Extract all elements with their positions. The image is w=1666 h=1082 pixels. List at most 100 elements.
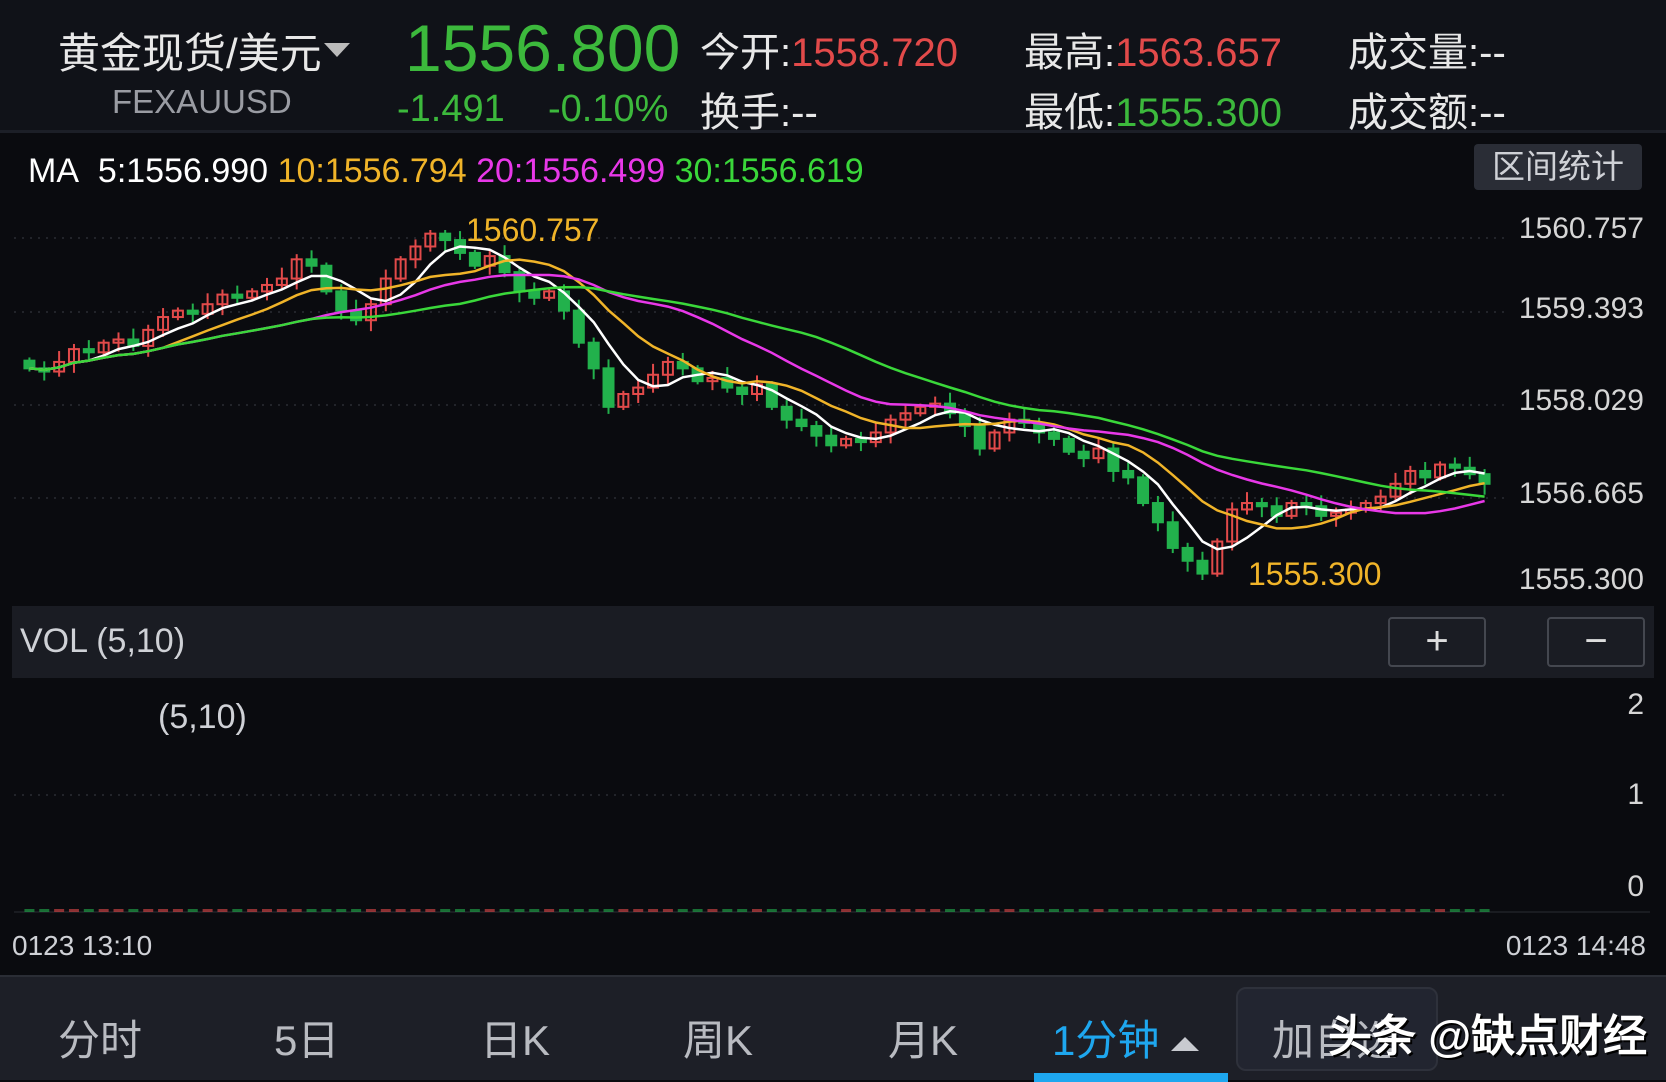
price-axis-label: 1558.029 bbox=[1519, 384, 1644, 418]
candle-body bbox=[1480, 474, 1490, 484]
volume-value: -- bbox=[1479, 31, 1506, 75]
volume-axis-label: 2 bbox=[1627, 688, 1644, 722]
candle-body bbox=[188, 311, 198, 314]
volume-bar bbox=[767, 909, 777, 912]
volume-bar bbox=[1034, 909, 1044, 912]
volume-bar bbox=[54, 909, 64, 912]
volume-bar bbox=[84, 909, 94, 912]
candle-body bbox=[529, 291, 539, 297]
volume-bar bbox=[782, 909, 792, 912]
low-value: 1555.300 bbox=[1115, 91, 1282, 135]
range-stats-button[interactable]: 区间统计 bbox=[1474, 144, 1642, 190]
volume-bar bbox=[841, 909, 851, 912]
volume-bar bbox=[1153, 909, 1163, 912]
volume-bar bbox=[856, 909, 866, 912]
volume-bar bbox=[99, 909, 109, 912]
candle-body bbox=[1183, 548, 1193, 561]
volume-bar bbox=[336, 909, 346, 912]
candle-body bbox=[1153, 503, 1163, 522]
volume-bar bbox=[693, 909, 703, 912]
volume-bar bbox=[915, 909, 925, 912]
last-price: 1556.800 bbox=[405, 10, 680, 86]
tab-1min[interactable]: 1分钟 bbox=[1052, 1007, 1199, 1068]
volume-bar bbox=[960, 909, 970, 912]
volume-bar bbox=[307, 909, 317, 912]
volume-bar bbox=[1301, 909, 1311, 912]
volume-ma-label: (5,10) bbox=[158, 698, 247, 737]
volume-bar bbox=[247, 909, 257, 912]
volume-bar bbox=[1316, 909, 1326, 912]
tab-1min-label: 1分钟 bbox=[1052, 1017, 1159, 1064]
volume-bar bbox=[1346, 909, 1356, 912]
volume-bar bbox=[1480, 909, 1490, 912]
time-end-label: 0123 14:48 bbox=[1506, 930, 1646, 962]
volume-bar bbox=[396, 909, 406, 912]
volume-bar bbox=[188, 909, 198, 912]
candle-body bbox=[1138, 477, 1148, 503]
candle-body bbox=[84, 349, 94, 352]
volume-bar bbox=[114, 909, 124, 912]
instrument-code: FEXAUUSD bbox=[112, 83, 292, 121]
instrument-selector[interactable]: 黄金现货/美元 bbox=[58, 20, 350, 81]
high-stat: 最高:1563.657 bbox=[1024, 20, 1282, 78]
volume-bar bbox=[945, 909, 955, 912]
volume-indicator-label[interactable]: VOL (5,10) bbox=[20, 622, 185, 661]
volume-axis-label: 1 bbox=[1627, 778, 1644, 812]
volume-bar bbox=[292, 909, 302, 912]
volume-bar bbox=[1272, 909, 1282, 912]
volume-bar bbox=[648, 909, 658, 912]
candle-body bbox=[1450, 465, 1460, 468]
open-label: 今开: bbox=[700, 31, 791, 75]
tab-daily-k[interactable]: 日K bbox=[480, 1007, 550, 1068]
volume-bar bbox=[1287, 909, 1297, 912]
tab-monthly-k[interactable]: 月K bbox=[888, 1007, 958, 1068]
price-axis-label: 1556.665 bbox=[1519, 477, 1644, 511]
volume-bar bbox=[604, 909, 614, 912]
candle-body bbox=[811, 426, 821, 436]
price-change-pct: -0.10% bbox=[548, 88, 668, 131]
candle-body bbox=[826, 436, 836, 446]
volume-bar bbox=[633, 909, 643, 912]
volume-bar bbox=[69, 909, 79, 912]
ma-prefix: MA bbox=[28, 152, 79, 190]
volume-bar bbox=[277, 909, 287, 912]
volume-bar bbox=[900, 909, 910, 912]
candle-body bbox=[1123, 471, 1133, 477]
turnover-label: 换手: bbox=[700, 91, 791, 135]
tab-weekly-k[interactable]: 周K bbox=[683, 1007, 753, 1068]
volume-bar bbox=[618, 909, 628, 912]
high-value: 1563.657 bbox=[1115, 31, 1282, 75]
candle-body bbox=[1257, 503, 1267, 506]
zoom-out-button[interactable]: − bbox=[1547, 617, 1645, 667]
active-tab-indicator bbox=[1034, 1073, 1228, 1082]
caret-up-icon bbox=[1171, 1037, 1199, 1051]
volume-bar bbox=[737, 909, 747, 912]
volume-bar bbox=[128, 909, 138, 912]
volume-bar bbox=[1465, 909, 1475, 912]
candle-body bbox=[24, 361, 34, 369]
volume-bar bbox=[752, 909, 762, 912]
open-value: 1558.720 bbox=[791, 31, 958, 75]
open-stat: 今开:1558.720 bbox=[700, 20, 958, 78]
candle-body bbox=[1420, 471, 1430, 477]
candlestick-chart[interactable] bbox=[0, 133, 1666, 913]
volume-bar bbox=[1450, 909, 1460, 912]
price-axis-label: 1555.300 bbox=[1519, 563, 1644, 597]
candle-body bbox=[604, 368, 614, 406]
volume-bar bbox=[975, 909, 985, 912]
volume-bar bbox=[173, 909, 183, 912]
price-axis-label: 1560.757 bbox=[1519, 212, 1644, 246]
volume-bar bbox=[1212, 909, 1222, 912]
tab-5day[interactable]: 5日 bbox=[274, 1007, 339, 1068]
candle-body bbox=[470, 253, 480, 266]
volume-bar bbox=[1227, 909, 1237, 912]
tab-intraday[interactable]: 分时 bbox=[58, 1007, 142, 1068]
quote-header: 黄金现货/美元 FEXAUUSD 1556.800 -1.491 -0.10% … bbox=[0, 0, 1666, 133]
volume-bar bbox=[351, 909, 361, 912]
low-marker-label: 1555.300 bbox=[1248, 556, 1381, 593]
watermark: 头条 @缺点财经 bbox=[1328, 1000, 1647, 1064]
volume-bar bbox=[1376, 909, 1386, 912]
volume-bar bbox=[886, 909, 896, 912]
zoom-in-button[interactable]: + bbox=[1388, 617, 1486, 667]
volume-bar bbox=[1435, 909, 1445, 912]
